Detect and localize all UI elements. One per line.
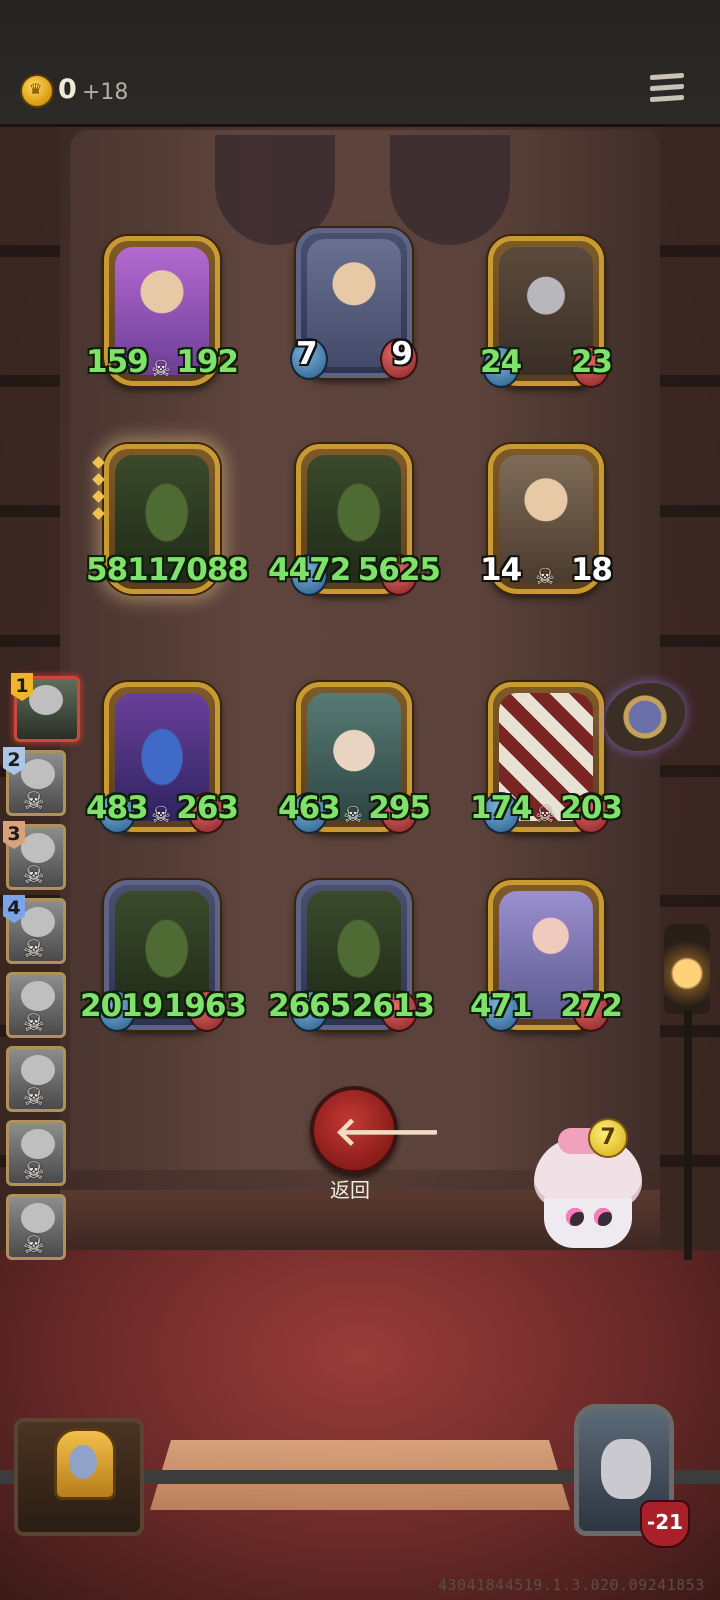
leaderboard-hero[interactable]: ☠ 2 (3, 747, 66, 816)
minion-attack: 2019 (80, 988, 163, 1024)
skull-icon: ☠ (23, 935, 45, 963)
skull-icon: ☠ (23, 1009, 45, 1037)
hero-avatar (29, 685, 63, 715)
leaderboard-hero-self[interactable]: 1 (11, 673, 80, 742)
minion-attack: 2665 (268, 988, 351, 1024)
skull-icon: ☠ (23, 861, 45, 889)
minion-attack: 483 (86, 790, 149, 826)
menu-button[interactable] (650, 72, 684, 108)
minion-attack: 471 (470, 988, 533, 1024)
top-bar: 0 +18 (0, 0, 720, 127)
minion-health: 23 (570, 344, 613, 380)
minion-health: 272 (560, 988, 623, 1024)
minion-attack: 159 (86, 344, 149, 380)
golden-pips (92, 456, 106, 528)
leaderboard-hero[interactable]: ☠ (6, 1194, 66, 1260)
skull-icon: ☠ (23, 1083, 45, 1111)
lantern-pole (684, 1010, 692, 1260)
minion-card[interactable]: ☠ 14 18 (480, 444, 613, 594)
skull-icon: ☠ (23, 1157, 45, 1185)
skull-icon: ☠ (151, 357, 171, 382)
minion-attack: 14 (480, 552, 522, 588)
skull-icon: ☠ (535, 803, 555, 828)
cupcake-mascot[interactable] (528, 1128, 648, 1248)
minion-health: 5625 (357, 552, 441, 588)
minion-attack: 174 (470, 790, 533, 826)
minion-health: 203 (560, 790, 623, 826)
back-label: 返回 (330, 1178, 370, 1202)
minion-health: 263 (176, 790, 239, 826)
skull-icon: ☠ (151, 803, 171, 828)
leaderboard-hero[interactable]: ☠ 4 (3, 895, 66, 964)
skull-icon: ☠ (535, 565, 555, 590)
minion-attack: 7 (296, 336, 318, 372)
gold-coin-icon (22, 76, 52, 106)
minion-health: 18 (570, 552, 613, 588)
bartender-portrait[interactable] (14, 1418, 144, 1536)
lantern-decor (664, 924, 710, 1014)
minion-card[interactable]: 7 9 (290, 228, 418, 380)
health-heart-icon: -21 (640, 1500, 690, 1548)
menu-icon (650, 72, 684, 81)
arrow-left-icon: 🡐 (334, 1109, 442, 1155)
minion-card[interactable]: ☠ 174 203 (470, 682, 623, 834)
minion-attack: 4472 (268, 552, 351, 588)
minion-card[interactable]: 4472 5625 (268, 444, 441, 596)
minion-card[interactable]: ☠ 483 263 (86, 682, 239, 834)
leaderboard-hero[interactable]: ☠ 3 (3, 821, 66, 890)
coin-count: 0 (58, 74, 77, 105)
minion-health: 295 (368, 790, 431, 826)
minion-card-golden[interactable]: 5811 7088 (86, 444, 249, 594)
leaderboard-hero[interactable]: ☠ (6, 972, 66, 1038)
version-text: 43041844519.1.3.020.09241853 (438, 1576, 705, 1594)
leaderboard-hero[interactable]: ☠ (6, 1120, 66, 1186)
skull-icon: ☠ (343, 803, 363, 828)
minion-health: 1963 (163, 988, 247, 1024)
minion-card[interactable]: 2665 2613 (268, 880, 435, 1032)
minion-card[interactable]: 24 23 (480, 236, 613, 388)
skull-icon: ☠ (23, 1231, 45, 1259)
minion-card[interactable]: ☠ 463 295 (278, 682, 431, 834)
minion-attack: 463 (278, 790, 341, 826)
coin-income: +18 (82, 80, 129, 105)
leaderboard-hero[interactable]: ☠ (6, 1046, 66, 1112)
minion-attack: 5811 (86, 552, 169, 588)
minion-card[interactable]: ☠ 159 192 (86, 236, 239, 386)
minion-health: 9 (391, 336, 413, 372)
cupcake-count-badge: 7 (588, 1118, 628, 1158)
minion-health: 192 (176, 344, 239, 380)
back-button[interactable]: 🡐 (310, 1086, 441, 1174)
player-leaderboard: 1 ☠ 2 ☠ 3 ☠ 4 ☠ ☠ ☠ ☠ (0, 672, 80, 1272)
minion-card[interactable]: 2019 1963 (80, 880, 247, 1032)
skull-icon: ☠ (23, 787, 45, 815)
minion-card[interactable]: 471 272 (470, 880, 623, 1032)
minion-attack: 24 (480, 344, 522, 380)
minion-health: 7088 (165, 552, 249, 588)
minion-health: 2613 (351, 988, 435, 1024)
